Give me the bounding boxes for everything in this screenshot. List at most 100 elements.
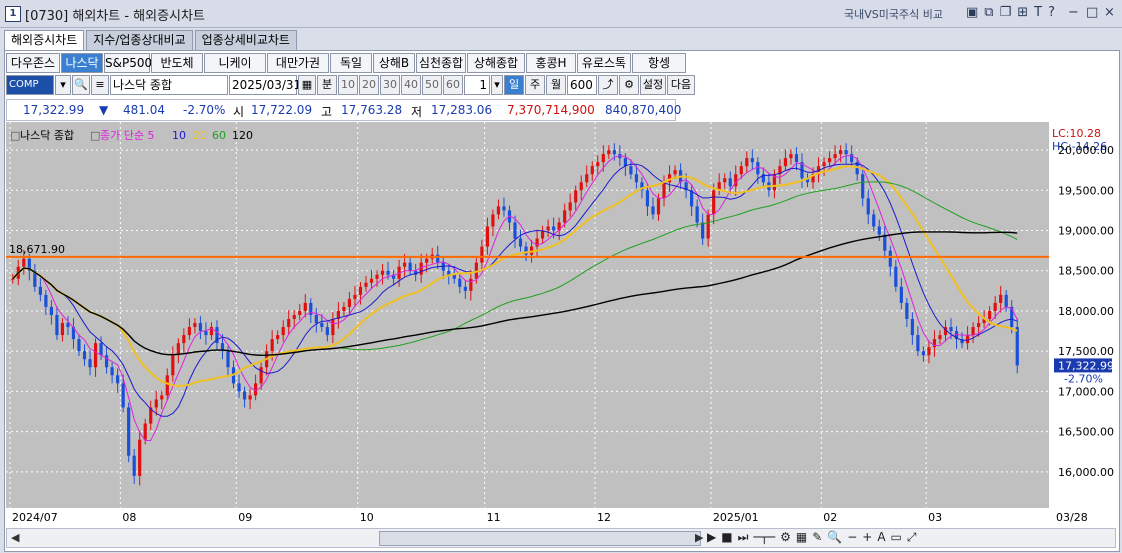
candle[interactable] xyxy=(977,323,981,328)
play-icon[interactable]: ▶ xyxy=(707,530,716,545)
candle[interactable] xyxy=(993,302,997,311)
candle[interactable] xyxy=(287,319,291,328)
candle[interactable] xyxy=(55,314,59,336)
candle[interactable] xyxy=(242,391,247,400)
candle[interactable] xyxy=(712,190,716,215)
candle[interactable] xyxy=(540,230,545,239)
chart-scrollbar[interactable]: ◀ ▶ ▶ ■ ⏭ ─┬─ ⚙ ▦ ✎ 🔍 − + A ▭ ⤢ xyxy=(6,528,1116,548)
candle[interactable] xyxy=(463,286,467,291)
candle[interactable] xyxy=(176,343,180,356)
count-input[interactable]: 1 xyxy=(464,75,490,95)
close-button[interactable]: × xyxy=(1104,5,1115,20)
candle[interactable] xyxy=(386,270,390,275)
candle[interactable] xyxy=(921,351,926,356)
candle[interactable] xyxy=(861,174,865,199)
copy-icon[interactable]: ❐ xyxy=(1000,5,1012,20)
candle[interactable] xyxy=(949,327,953,332)
candle[interactable] xyxy=(899,286,903,303)
index-button-sp500[interactable]: S&P500 xyxy=(104,53,152,73)
candle[interactable] xyxy=(783,158,788,167)
candle[interactable] xyxy=(574,190,578,203)
candle[interactable] xyxy=(491,214,495,227)
candle[interactable] xyxy=(353,294,357,299)
candle[interactable] xyxy=(425,258,429,263)
candle[interactable] xyxy=(380,270,385,275)
scroll-right-icon[interactable]: ▶ xyxy=(695,531,703,544)
candle[interactable] xyxy=(872,214,876,227)
minimize-button[interactable]: − xyxy=(1068,5,1079,20)
price-chart[interactable]: 18,671.90 □ 나스닥 종합 □ 종가 단순 5 10 20 60 12… xyxy=(6,122,1114,526)
candle[interactable] xyxy=(916,335,920,352)
candle[interactable] xyxy=(82,351,87,360)
count-dropdown-icon[interactable]: ▾ xyxy=(491,75,503,95)
candle[interactable] xyxy=(138,439,142,476)
search-icon[interactable]: 🔍 xyxy=(827,530,842,545)
candle[interactable] xyxy=(701,222,705,239)
candle[interactable] xyxy=(673,170,677,175)
candle[interactable] xyxy=(110,367,114,376)
candle[interactable] xyxy=(568,202,572,211)
compare-link[interactable]: 국내VS미국주식 비교 xyxy=(844,6,943,22)
candle[interactable] xyxy=(822,162,826,167)
candle[interactable] xyxy=(259,367,263,384)
candle[interactable] xyxy=(198,323,203,332)
candle[interactable] xyxy=(375,274,379,279)
candle[interactable] xyxy=(634,174,639,183)
candle[interactable] xyxy=(756,162,760,175)
indicator-icon[interactable]: ⤴ xyxy=(598,75,618,95)
candle[interactable] xyxy=(187,327,191,336)
candle[interactable] xyxy=(452,274,456,279)
candle[interactable] xyxy=(408,262,412,271)
candle[interactable] xyxy=(839,150,843,155)
text-size-icon[interactable]: A xyxy=(877,530,885,545)
candle[interactable] xyxy=(844,150,848,155)
grid-icon[interactable]: ▦ xyxy=(796,530,807,545)
candle[interactable] xyxy=(656,198,661,215)
candle[interactable] xyxy=(910,319,914,336)
fast-forward-icon[interactable]: ⏭ xyxy=(738,530,749,545)
settings-button[interactable]: 설정 xyxy=(640,75,666,95)
candle[interactable] xyxy=(833,154,837,159)
candle[interactable] xyxy=(794,154,799,163)
index-button-dow[interactable]: 다우존스 xyxy=(6,53,60,73)
candle[interactable] xyxy=(563,210,567,223)
stop-icon[interactable]: ■ xyxy=(721,530,732,545)
candle[interactable] xyxy=(22,258,26,267)
candle[interactable] xyxy=(999,294,1003,303)
date-input[interactable]: 2025/03/31 xyxy=(229,75,301,95)
candle[interactable] xyxy=(143,423,147,440)
candle[interactable] xyxy=(596,162,600,167)
candle[interactable] xyxy=(971,327,975,336)
history-icon[interactable]: ≡ xyxy=(91,75,109,95)
candle[interactable] xyxy=(121,383,125,408)
candle[interactable] xyxy=(883,234,887,251)
tab-relative-compare[interactable]: 지수/업종상대비교 xyxy=(86,30,193,50)
candle[interactable] xyxy=(877,226,881,235)
candle[interactable] xyxy=(160,395,164,400)
bar-count-input[interactable]: 600 xyxy=(567,75,597,95)
candle[interactable] xyxy=(66,323,70,328)
text-icon[interactable]: T xyxy=(1034,5,1042,20)
tab-overseas-chart[interactable]: 해외증시차트 xyxy=(4,30,85,50)
candle[interactable] xyxy=(645,190,650,207)
candle[interactable] xyxy=(894,266,898,287)
maximize-button[interactable]: □ xyxy=(1086,5,1098,20)
candle[interactable] xyxy=(590,166,594,175)
zoom-slider-icon[interactable]: ─┬─ xyxy=(753,530,775,545)
candle[interactable] xyxy=(723,178,727,183)
candle[interactable] xyxy=(706,214,710,239)
candle[interactable] xyxy=(49,306,53,315)
settings-icon[interactable]: ⚙ xyxy=(780,530,791,545)
candle[interactable] xyxy=(127,407,131,456)
candle[interactable] xyxy=(60,323,65,336)
scroll-left-icon[interactable]: ◀ xyxy=(11,531,19,544)
month-button[interactable]: 월 xyxy=(546,75,566,95)
period-10-button[interactable]: 10 xyxy=(338,75,358,95)
candle[interactable] xyxy=(607,150,611,155)
week-button[interactable]: 주 xyxy=(525,75,545,95)
candle[interactable] xyxy=(132,455,136,476)
candle[interactable] xyxy=(226,351,230,368)
candle[interactable] xyxy=(38,286,42,295)
index-button-nikkei[interactable]: 니케이 xyxy=(204,53,266,73)
gear-icon[interactable]: ⚙ xyxy=(619,75,639,95)
